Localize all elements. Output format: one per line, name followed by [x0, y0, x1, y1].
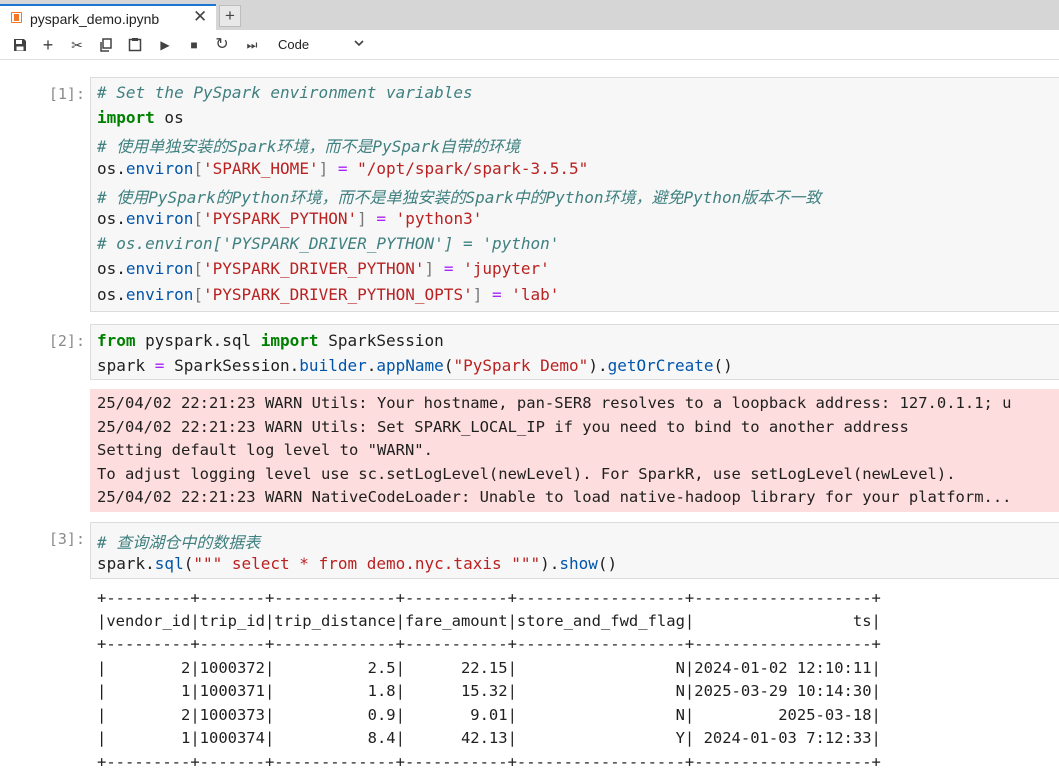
output-line: 25/04/02 22:21:23 WARN Utils: Your hostn…: [97, 394, 1012, 412]
code-cell-1[interactable]: # Set the PySpark environment variables …: [90, 77, 1059, 312]
save-icon[interactable]: [10, 35, 30, 55]
table-output-line: | 1|1000371| 1.8| 15.32| N|2025-03-29 10…: [97, 682, 881, 700]
table-output-line: +---------+-------+-------------+-------…: [97, 635, 881, 653]
table-output-line: | 1|1000374| 8.4| 42.13| Y| 2024-01-03 7…: [97, 729, 881, 747]
code-line: os.environ['PYSPARK_DRIVER_PYTHON_OPTS']…: [97, 285, 560, 304]
cell-prompt: [2]:: [48, 332, 85, 350]
output-line: Setting default log level to "WARN".: [97, 441, 433, 459]
copy-icon[interactable]: [96, 35, 116, 55]
output-line: To adjust logging level use sc.setLogLev…: [97, 465, 956, 483]
new-tab-button[interactable]: +: [219, 5, 241, 27]
stop-icon[interactable]: ■: [184, 35, 204, 55]
code-line: os.environ['PYSPARK_DRIVER_PYTHON'] = 'j…: [97, 259, 550, 278]
table-output-line: |vendor_id|trip_id|trip_distance|fare_am…: [97, 612, 881, 630]
stderr-output: 25/04/02 22:21:23 WARN Utils: Your hostn…: [90, 389, 1059, 512]
code-line: # 使用单独安装的Spark环境，而不是PySpark自带的环境: [97, 137, 520, 156]
cell-prompt: [1]:: [48, 85, 85, 103]
tab-title: pyspark_demo.ipynb: [30, 11, 160, 27]
code-line: os.environ['SPARK_HOME'] = "/opt/spark/s…: [97, 159, 589, 178]
code-line: spark.sql(""" select * from demo.nyc.tax…: [97, 554, 618, 573]
code-cell-3[interactable]: # 查询湖仓中的数据表 spark.sql(""" select * from …: [90, 522, 1059, 579]
run-all-icon[interactable]: ⏭: [242, 35, 262, 55]
table-output-line: | 2|1000372| 2.5| 22.15| N|2024-01-02 12…: [97, 659, 881, 677]
code-line: import os: [97, 108, 184, 127]
code-line: # os.environ['PYSPARK_DRIVER_PYTHON'] = …: [97, 234, 560, 253]
close-icon[interactable]: ✕: [193, 8, 207, 26]
tab-bar: pyspark_demo.ipynb ✕ +: [0, 0, 1059, 30]
notebook-icon: [11, 12, 22, 23]
cut-icon[interactable]: ✂: [67, 35, 87, 55]
code-cell-2[interactable]: from pyspark.sql import SparkSession spa…: [90, 324, 1059, 380]
code-line: spark = SparkSession.builder.appName("Py…: [97, 356, 733, 375]
notebook-toolbar: + ✂ ▶ ■ ↻ ⏭ Code: [0, 30, 1059, 60]
code-line: os.environ['PYSPARK_PYTHON'] = 'python3': [97, 209, 483, 228]
notebook-tab[interactable]: pyspark_demo.ipynb ✕: [0, 4, 216, 30]
output-line: 25/04/02 22:21:23 WARN Utils: Set SPARK_…: [97, 418, 909, 436]
chevron-down-icon[interactable]: [352, 36, 366, 50]
cell-prompt: [3]:: [48, 530, 85, 548]
output-line: 25/04/02 22:21:23 WARN NativeCodeLoader:…: [97, 488, 1012, 506]
paste-icon[interactable]: [125, 35, 145, 55]
code-line: from pyspark.sql import SparkSession: [97, 331, 444, 350]
code-line: # 使用PySpark的Python环境，而不是单独安装的Spark中的Pyth…: [97, 188, 822, 207]
run-icon[interactable]: ▶: [155, 35, 175, 55]
table-output-line: +---------+-------+-------------+-------…: [97, 753, 881, 771]
table-output-line: | 2|1000373| 0.9| 9.01| N| 2025-03-18|: [97, 706, 881, 724]
code-line: # Set the PySpark environment variables: [97, 83, 473, 102]
cell-type-select[interactable]: Code: [278, 37, 309, 52]
restart-icon[interactable]: ↻: [212, 35, 232, 55]
table-output-line: +---------+-------+-------------+-------…: [97, 589, 881, 607]
add-cell-icon[interactable]: +: [38, 35, 58, 55]
code-line: # 查询湖仓中的数据表: [97, 533, 261, 552]
